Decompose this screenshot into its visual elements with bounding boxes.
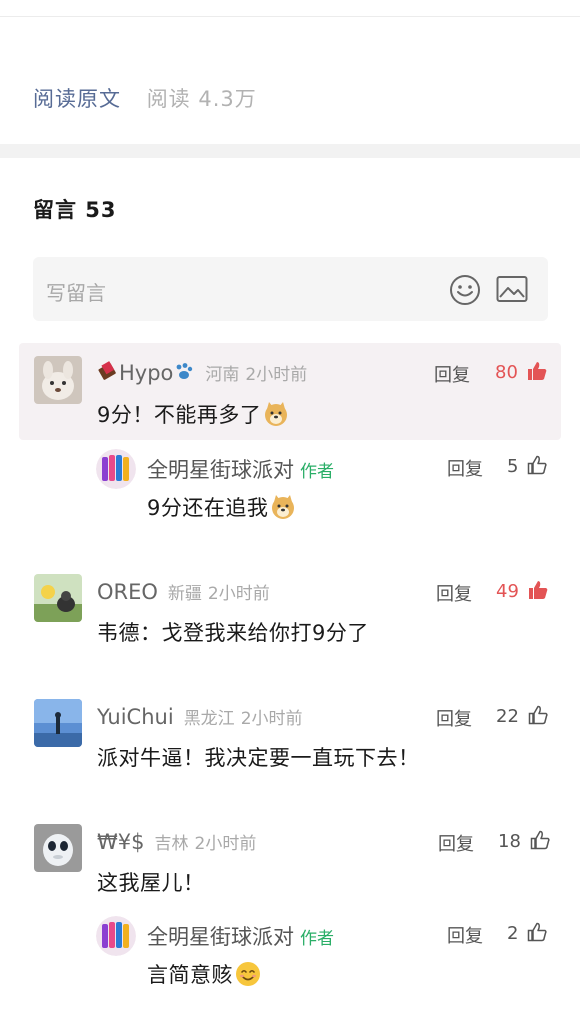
doge-emoji-icon (263, 401, 289, 432)
comment-nickname: 全明星街球派对 (147, 925, 294, 949)
comment-nickname: Hypo (119, 361, 174, 385)
reply-button[interactable]: 回复 (436, 580, 472, 606)
comment-author: 全明星街球派对 作者 (147, 921, 334, 951)
write-comment-box[interactable]: 写留言 (33, 257, 548, 321)
comment-nickname: 全明星街球派对 (147, 458, 294, 482)
write-comment-placeholder: 写留言 (46, 281, 106, 305)
like-button[interactable]: 2 (507, 922, 547, 944)
smile-emoji-icon (235, 961, 261, 992)
section-divider (0, 144, 580, 158)
like-count: 5 (507, 456, 519, 477)
comment-text-body: 9分还在追我 (147, 496, 269, 520)
like-count: 18 (498, 831, 521, 852)
comment-author: ₩¥$ 吉林 2小时前 (97, 829, 256, 854)
author-avatar[interactable] (96, 916, 136, 956)
comment-nickname: YuiChui (97, 705, 174, 729)
comment-nickname: OREO (97, 580, 158, 604)
comment-time: 2小时前 (240, 709, 303, 729)
comment-time: 2小时前 (207, 584, 270, 604)
top-divider (0, 16, 580, 17)
doge-emoji-icon (270, 494, 296, 525)
article-footer: 阅读原文 阅读 4.3万 (33, 83, 257, 113)
comment-text: 言简意赅 (147, 959, 261, 992)
comment-text: 9分还在追我 (147, 492, 296, 525)
comment-author: Hypo 河南 2小时前 (97, 360, 307, 387)
like-button[interactable]: 18 (498, 830, 550, 852)
comment-location: 吉林 (154, 834, 189, 854)
thumbs-up-icon (528, 705, 548, 725)
comment-text: 9分！不能再多了 (97, 399, 289, 432)
like-button[interactable]: 22 (496, 705, 548, 727)
comment-author: YuiChui 黑龙江 2小时前 (97, 704, 303, 729)
comment-text-body: 言简意赅 (147, 963, 233, 987)
comment-nickname: ₩¥$ (97, 830, 145, 854)
avatar[interactable] (34, 699, 82, 747)
read-count: 阅读 4.3万 (146, 87, 257, 111)
emoji-icon[interactable] (449, 274, 481, 310)
like-count: 49 (496, 581, 519, 602)
avatar[interactable] (34, 356, 82, 404)
reply-button[interactable]: 回复 (438, 830, 474, 856)
like-button[interactable]: 80 (495, 361, 547, 383)
thumbs-up-icon (530, 830, 550, 850)
reply-button[interactable]: 回复 (436, 705, 472, 731)
avatar[interactable] (34, 574, 82, 622)
comment-location: 新疆 (167, 584, 202, 604)
comments-heading: 留言 53 (33, 198, 117, 222)
reply-button[interactable]: 回复 (447, 455, 483, 481)
like-count: 22 (496, 706, 519, 727)
like-count: 2 (507, 923, 519, 944)
comment-author: 全明星街球派对 作者 (147, 454, 334, 484)
thumbs-up-icon (527, 922, 547, 942)
reply-button[interactable]: 回复 (434, 361, 470, 387)
like-button[interactable]: 49 (496, 580, 548, 602)
thumbs-up-icon (527, 362, 546, 380)
image-icon[interactable] (496, 275, 528, 307)
paw-icon (173, 362, 195, 387)
author-avatar[interactable] (96, 449, 136, 489)
like-count: 80 (495, 362, 518, 383)
reply-button[interactable]: 回复 (447, 922, 483, 948)
like-button[interactable]: 5 (507, 455, 547, 477)
avatar[interactable] (34, 824, 82, 872)
comment-text: 韦德：戈登我来给你打9分了 (97, 621, 369, 645)
chocolate-icon (97, 360, 119, 387)
comment-time: 2小时前 (194, 834, 257, 854)
read-original-link[interactable]: 阅读原文 (33, 87, 121, 111)
thumbs-up-icon (528, 581, 547, 599)
comment-time: 2小时前 (245, 365, 308, 385)
author-badge: 作者 (300, 462, 334, 482)
comment-location: 河南 (205, 365, 240, 385)
author-badge: 作者 (300, 929, 334, 949)
thumbs-up-icon (527, 455, 547, 475)
comment-author: OREO 新疆 2小时前 (97, 579, 270, 604)
comment-text: 这我屋儿！ (97, 871, 205, 895)
comment-location: 黑龙江 (183, 709, 235, 729)
comment-text: 派对牛逼！我决定要一直玩下去！ (97, 746, 420, 770)
comment-text-body: 9分！不能再多了 (97, 403, 262, 427)
